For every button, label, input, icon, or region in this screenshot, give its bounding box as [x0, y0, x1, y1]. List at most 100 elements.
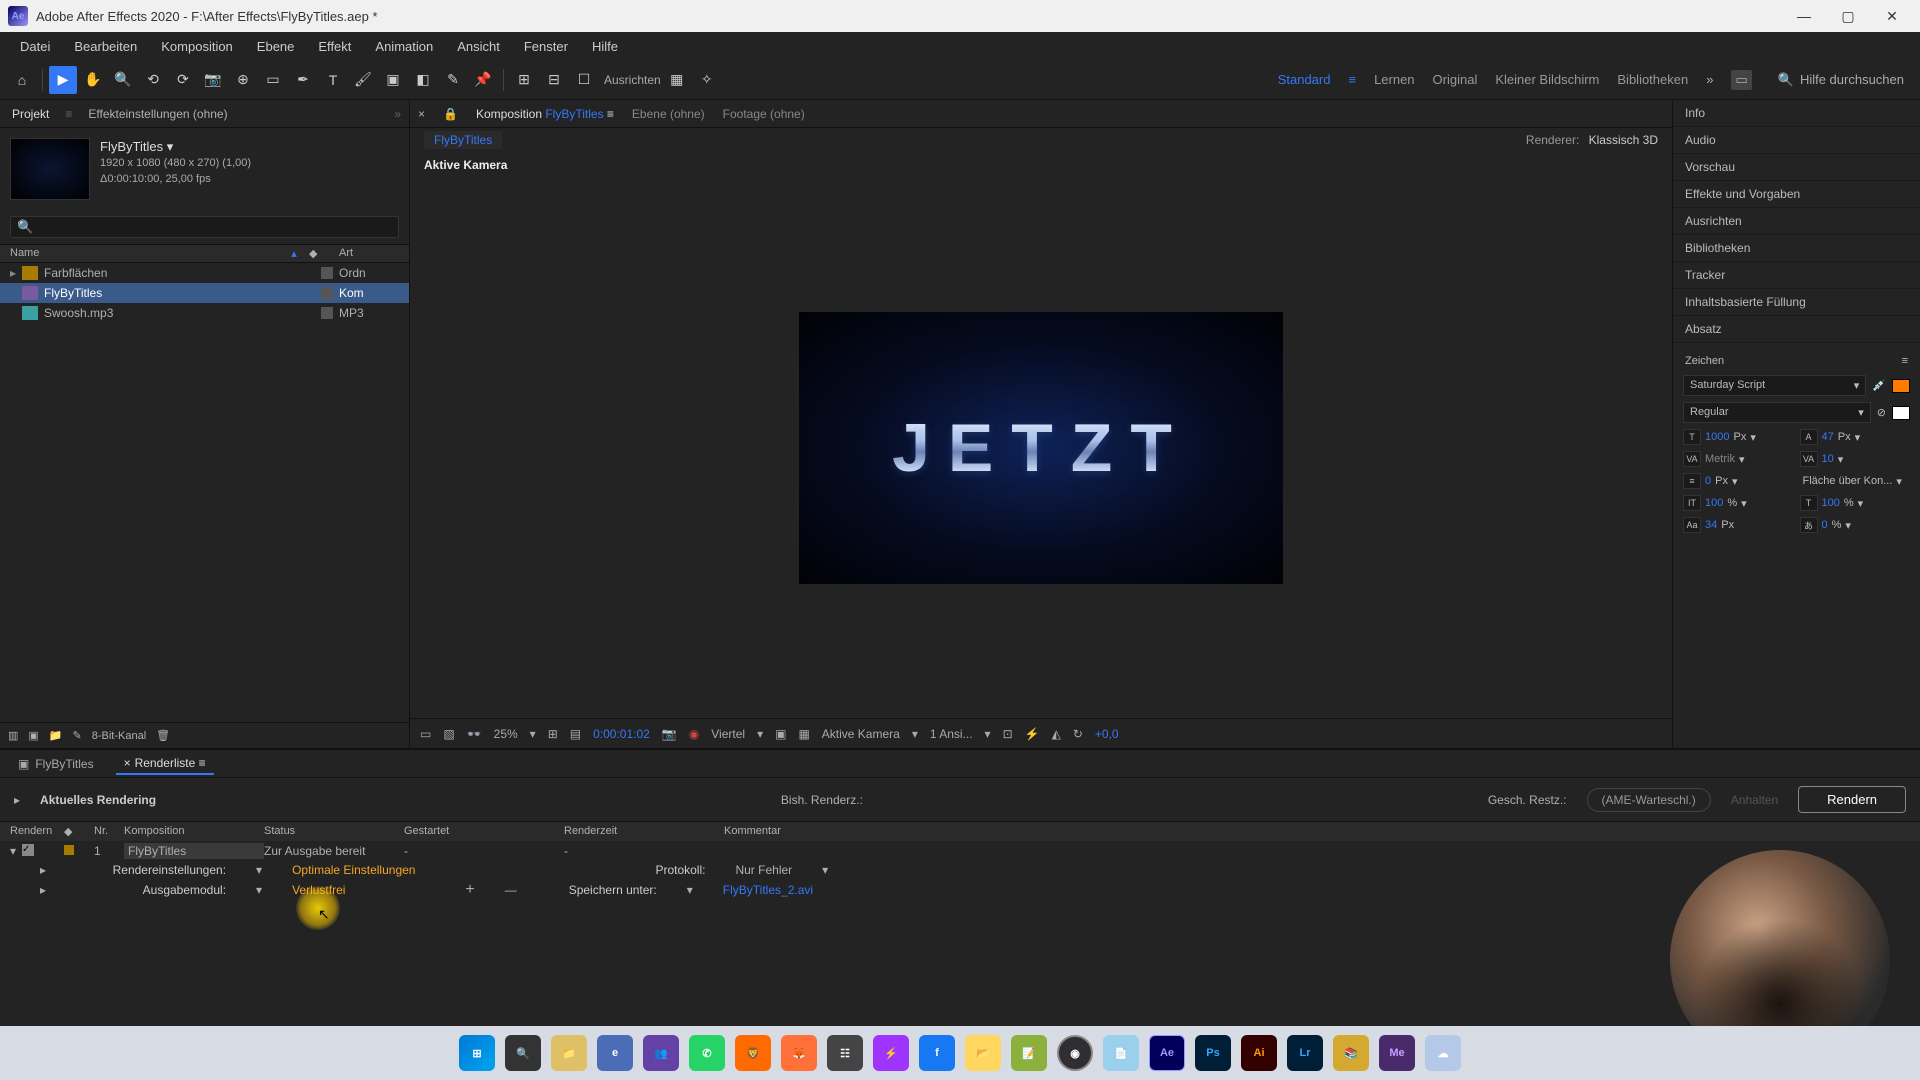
project-search-input[interactable]: 🔍	[10, 216, 399, 238]
col-status[interactable]: Status	[264, 825, 404, 838]
taskbar-mediaencoder-icon[interactable]: Me	[1379, 1035, 1415, 1071]
new-comp-icon[interactable]: ▣	[28, 729, 38, 742]
selection-tool-icon[interactable]: ▶	[49, 66, 77, 94]
transparency-icon[interactable]: ▦	[798, 727, 809, 741]
refresh-icon[interactable]: ↻	[1073, 727, 1083, 741]
menu-fenster[interactable]: Fenster	[512, 35, 580, 58]
workspace-overflow-icon[interactable]: »	[1706, 72, 1713, 87]
interpret-icon[interactable]: ▥	[8, 729, 18, 742]
channel-icon[interactable]: ◉	[689, 727, 699, 741]
tracking-value[interactable]: 10	[1822, 453, 1834, 465]
resolution-dropdown[interactable]: Viertel	[711, 727, 745, 741]
zoom-tool-icon[interactable]: 🔍	[109, 66, 137, 94]
output-module-link[interactable]: Verlustfrei	[292, 883, 345, 897]
views-dropdown[interactable]: 1 Ansi...	[930, 727, 973, 741]
new-folder-icon[interactable]: 📁	[49, 729, 63, 742]
col-art[interactable]: Art	[339, 247, 399, 260]
workspace-original[interactable]: Original	[1433, 72, 1478, 87]
taskbar-aftereffects-icon[interactable]: Ae	[1149, 1035, 1185, 1071]
viewer-close-icon[interactable]: ×	[418, 107, 425, 121]
tab-footage[interactable]: Footage (ohne)	[723, 107, 805, 121]
hand-tool-icon[interactable]: ✋	[79, 66, 107, 94]
puppet-tool-icon[interactable]: 📌	[469, 66, 497, 94]
taskbar-firefox-icon[interactable]: 🦊	[781, 1035, 817, 1071]
render-checkbox[interactable]	[22, 844, 34, 856]
taskbar-books-icon[interactable]: 📚	[1333, 1035, 1369, 1071]
rotate-tool-icon[interactable]: ⟳	[169, 66, 197, 94]
orbit-tool-icon[interactable]: ⟲	[139, 66, 167, 94]
project-row-audio[interactable]: Swoosh.mp3 MP3	[0, 303, 409, 323]
fast-icon[interactable]: ⚡	[1025, 727, 1040, 741]
panel-fill[interactable]: Inhaltsbasierte Füllung	[1673, 289, 1920, 316]
col-render[interactable]: Rendern	[10, 825, 64, 838]
zoom-value[interactable]: 25%	[494, 727, 518, 741]
label-swatch[interactable]	[321, 267, 333, 279]
minimize-button[interactable]: —	[1784, 2, 1824, 30]
snap-anchor-icon[interactable]: ⊞	[510, 66, 538, 94]
col-label-icon[interactable]: ◆	[64, 825, 94, 838]
taskbar-notes-icon[interactable]: 📝	[1011, 1035, 1047, 1071]
snap-guides-icon[interactable]: ✧	[693, 66, 721, 94]
baseline-value[interactable]: 34	[1705, 519, 1717, 531]
grid-icon[interactable]: ⊞	[548, 727, 558, 741]
tab-render-list[interactable]: ×Renderliste ≡	[116, 753, 214, 775]
mag-icon[interactable]: ▭	[420, 727, 431, 741]
menu-hilfe[interactable]: Hilfe	[580, 35, 630, 58]
col-sort-icon[interactable]: ▴	[279, 247, 309, 260]
taskbar-cloud-icon[interactable]: ☁	[1425, 1035, 1461, 1071]
help-search[interactable]: 🔍 Hilfe durchsuchen	[1770, 70, 1912, 90]
taskbar-messenger-icon[interactable]: ⚡	[873, 1035, 909, 1071]
taskbar-explorer-icon[interactable]: 📁	[551, 1035, 587, 1071]
leading-value[interactable]: 47	[1822, 431, 1834, 443]
taskbar-illustrator-icon[interactable]: Ai	[1241, 1035, 1277, 1071]
nofill-icon[interactable]: ⊘	[1877, 406, 1886, 419]
panel-absatz[interactable]: Absatz	[1673, 316, 1920, 343]
panel-audio[interactable]: Audio	[1673, 127, 1920, 154]
kerning-value[interactable]: Metrik	[1705, 453, 1735, 465]
fill-swatch[interactable]	[1892, 379, 1910, 393]
hscale-value[interactable]: 100	[1822, 497, 1840, 509]
pan-behind-tool-icon[interactable]: ⊕	[229, 66, 257, 94]
tsume-value[interactable]: 0	[1822, 519, 1828, 531]
comp-breadcrumb[interactable]: FlyByTitles	[424, 131, 502, 149]
workspace-menu-icon[interactable]: ≡	[1348, 72, 1356, 87]
tab-effect-controls[interactable]: Effekteinstellungen (ohne)	[84, 103, 231, 125]
camera-dropdown[interactable]: Aktive Kamera	[822, 727, 900, 741]
col-gestartet[interactable]: Gestartet	[404, 825, 564, 838]
taskbar-brave-icon[interactable]: 🦁	[735, 1035, 771, 1071]
res-icon[interactable]: ▧	[443, 727, 454, 741]
snap-checkbox[interactable]: ☐	[570, 66, 598, 94]
brush-tool-icon[interactable]: 🖌	[349, 66, 377, 94]
3d-icon[interactable]: ◭	[1052, 727, 1061, 741]
ame-queue-button[interactable]: (AME-Warteschl.)	[1587, 788, 1711, 812]
eraser-tool-icon[interactable]: ◧	[409, 66, 437, 94]
mask-icon[interactable]: ▤	[570, 727, 581, 741]
font-size-value[interactable]: 1000	[1705, 431, 1729, 443]
add-output-icon[interactable]: +	[465, 881, 474, 899]
pixel-icon[interactable]: ⊡	[1003, 727, 1013, 741]
tab-project[interactable]: Projekt	[8, 103, 53, 125]
timecode[interactable]: 0:00:01:02	[593, 727, 650, 741]
expand-icon[interactable]: ▸	[14, 793, 20, 807]
tab-composition[interactable]: Komposition FlyByTitles ≡	[476, 107, 614, 121]
bit-depth[interactable]: 8-Bit-Kanal	[92, 730, 146, 742]
type-tool-icon[interactable]: T	[319, 66, 347, 94]
taskbar-files-icon[interactable]: 📂	[965, 1035, 1001, 1071]
taskbar-lightroom-icon[interactable]: Lr	[1287, 1035, 1323, 1071]
taskbar-whatsapp-icon[interactable]: ✆	[689, 1035, 725, 1071]
taskbar-start-icon[interactable]: ⊞	[459, 1035, 495, 1071]
menu-komposition[interactable]: Komposition	[149, 35, 245, 58]
label-swatch[interactable]	[321, 307, 333, 319]
close-button[interactable]: ✕	[1872, 2, 1912, 30]
taskbar-edge-icon[interactable]: e	[597, 1035, 633, 1071]
project-row-comp[interactable]: FlyByTitles Kom	[0, 283, 409, 303]
tab-timeline-comp[interactable]: ▣FlyByTitles	[10, 754, 102, 774]
workspace-lernen[interactable]: Lernen	[1374, 72, 1414, 87]
expand-settings-icon[interactable]: ▸	[40, 863, 46, 877]
renderer-value[interactable]: Klassisch 3D	[1589, 133, 1658, 147]
panel-info[interactable]: Info	[1673, 100, 1920, 127]
panel-menu-icon[interactable]: ≡	[1902, 355, 1908, 367]
region-icon[interactable]: ▣	[775, 727, 786, 741]
viewer-lock-icon[interactable]: 🔒	[443, 107, 458, 121]
menu-ebene[interactable]: Ebene	[245, 35, 307, 58]
